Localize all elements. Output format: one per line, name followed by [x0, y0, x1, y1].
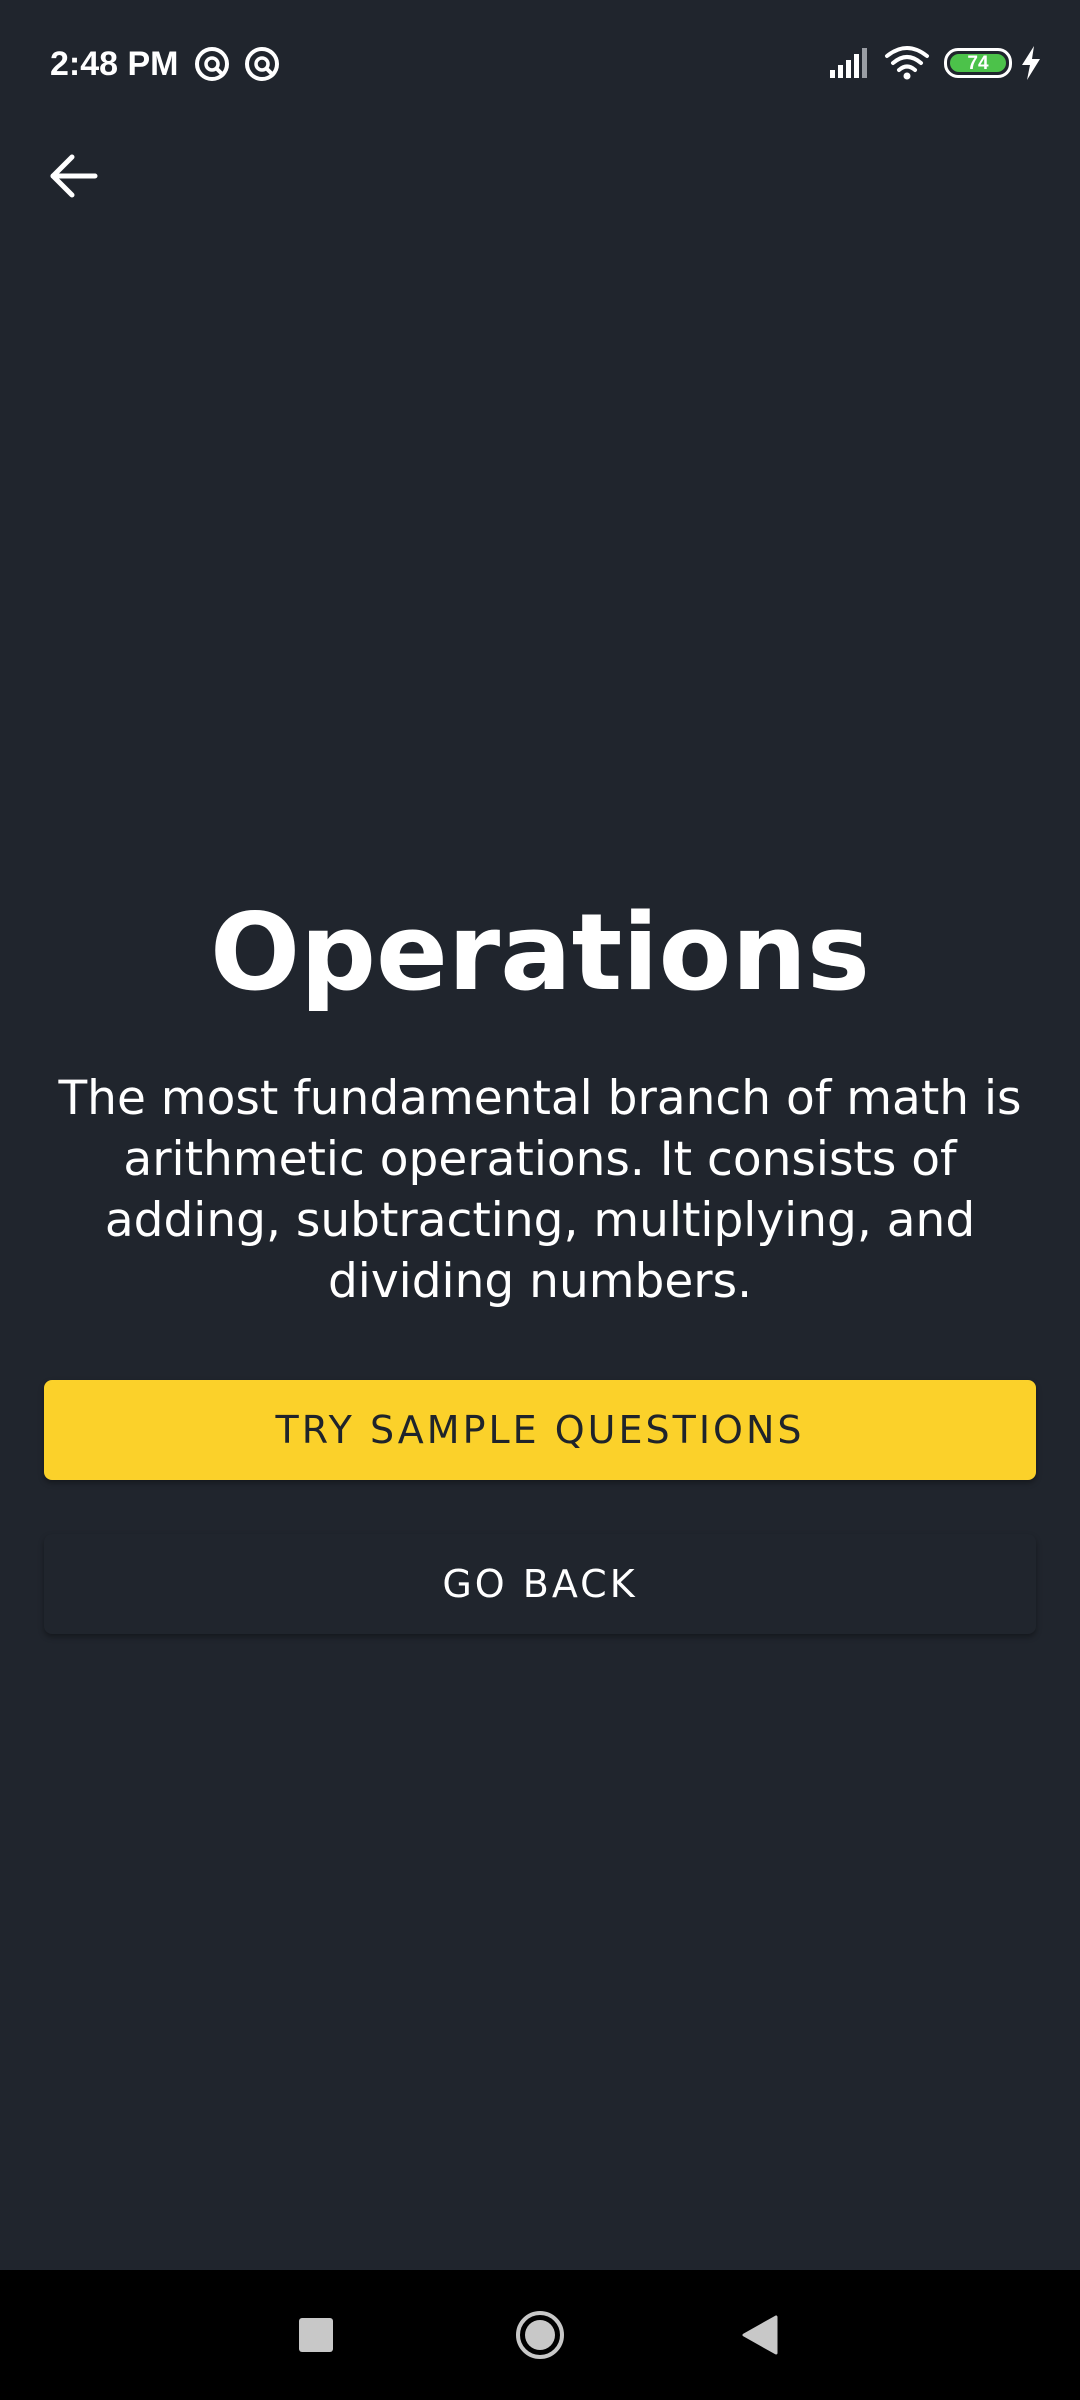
recents-button[interactable] [256, 2270, 376, 2400]
status-time: 2:48 PM [50, 45, 179, 83]
home-button[interactable] [480, 2270, 600, 2400]
arrow-left-icon [50, 154, 98, 198]
square-recents-icon [299, 2318, 333, 2352]
circle-home-icon [516, 2311, 564, 2359]
status-bar: 2:48 PM 74 [0, 0, 1080, 126]
app-notification-icon [195, 47, 229, 81]
triangle-back-icon [742, 2315, 778, 2355]
system-navigation-bar [0, 2270, 1080, 2400]
battery-level: 74 [950, 54, 1006, 73]
nav-back-button[interactable] [700, 2270, 820, 2400]
wifi-icon [885, 46, 929, 80]
try-sample-questions-button[interactable]: TRY SAMPLE QUESTIONS [44, 1380, 1036, 1480]
page-title: Operations [209, 891, 871, 1014]
battery-indicator: 74 [944, 48, 1012, 78]
charging-bolt-icon [1022, 46, 1040, 80]
app-notification-icon [245, 47, 279, 81]
back-button[interactable] [44, 146, 104, 206]
go-back-button[interactable]: GO BACK [44, 1534, 1036, 1634]
topic-description: The most fundamental branch of math is a… [58, 1071, 1022, 1309]
cellular-signal-icon [830, 48, 867, 78]
